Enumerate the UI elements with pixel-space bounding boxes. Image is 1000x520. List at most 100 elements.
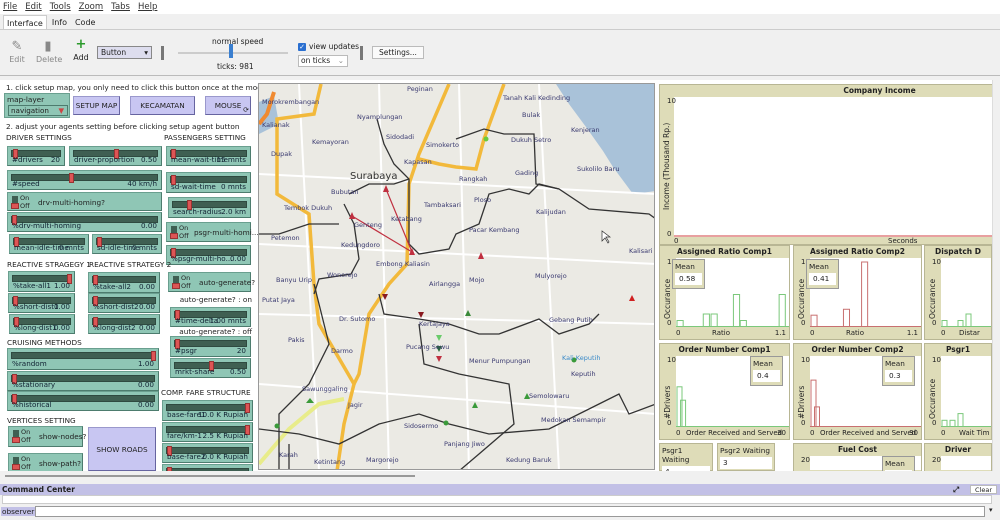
slider-take-all2[interactable]: %take-all2 0.00 bbox=[88, 272, 160, 293]
menu-tabs[interactable]: Tabs bbox=[111, 0, 130, 14]
scrollbar-thumb[interactable] bbox=[5, 475, 415, 477]
slider-value: 40 km/h bbox=[127, 179, 157, 188]
slider-time-delta[interactable]: #time-delta 1.00 mnts bbox=[170, 307, 251, 327]
map-place-label: Kedungdoro bbox=[341, 241, 380, 249]
monitor-label: Psgr1 Waiting bbox=[662, 446, 690, 464]
menu-tools[interactable]: Tools bbox=[50, 0, 71, 14]
slider-handle[interactable] bbox=[167, 467, 172, 471]
slider-fare-km1[interactable]: fare/km-1 2.5 K Rupiah bbox=[162, 422, 253, 442]
slider-short-dist2[interactable]: %short-dist2 0.00 bbox=[88, 293, 160, 313]
slider-base-fare1[interactable]: base-fare1 10.0 K Rupiah bbox=[162, 400, 253, 421]
mean-monitor: Mean bbox=[882, 456, 915, 471]
toggle-knob[interactable] bbox=[172, 283, 180, 289]
slider-long-dist2[interactable]: %long-dist2 0.00 bbox=[88, 314, 160, 334]
command-input[interactable] bbox=[35, 506, 985, 517]
setup-map-button[interactable]: SETUP MAP bbox=[73, 96, 120, 115]
update-mode-dropdown[interactable]: on ticks ⌄ bbox=[298, 55, 348, 67]
slider-search-radius[interactable]: search-radius 2.0 km bbox=[168, 197, 251, 218]
horizontal-scrollbar[interactable] bbox=[0, 472, 1000, 480]
add-button[interactable]: + Add bbox=[72, 37, 90, 62]
widget-type-dropdown[interactable]: Button ▾ bbox=[97, 46, 152, 59]
clear-button[interactable]: Clear bbox=[970, 485, 997, 494]
map-place-label: Embong Kaliasin bbox=[376, 260, 430, 268]
slider-fare-km2[interactable] bbox=[162, 464, 253, 471]
slider-psgr[interactable]: #psgr 20 bbox=[170, 336, 251, 357]
slider-sd-wait-time[interactable]: sd-wait-time 0 mnts bbox=[166, 172, 251, 193]
tab-interface[interactable]: Interface bbox=[3, 15, 47, 29]
edit-button[interactable]: ✎ Edit bbox=[8, 39, 26, 64]
trash-icon: ▮ bbox=[44, 39, 52, 54]
legend-label: Mean bbox=[675, 262, 695, 271]
slider-label: sd-wait-time bbox=[171, 182, 216, 191]
vertical-scrollbar[interactable] bbox=[992, 80, 1000, 471]
switch-drv-multi-homing[interactable]: On Off drv-multi-homing? bbox=[7, 192, 162, 211]
chevron-down-icon[interactable]: ▾ bbox=[989, 506, 993, 514]
map-place-label: Margorejo bbox=[366, 456, 399, 464]
slider-label: %drv-multi-homing bbox=[12, 221, 82, 230]
menu-help[interactable]: Help bbox=[138, 0, 157, 14]
show-roads-button[interactable]: SHOW ROADS bbox=[88, 427, 156, 471]
plot-dd: Dispatch D 10 0 0 Distar Occurance bbox=[924, 245, 992, 340]
tab-bar: Interface Info Code bbox=[0, 15, 1000, 30]
monitor-psgr2-waiting: Psgr2 Waiting 3 bbox=[717, 443, 775, 471]
delete-button[interactable]: ▮ Delete bbox=[36, 39, 62, 64]
slider-drivers[interactable]: #drivers 20 bbox=[7, 146, 65, 166]
menu-file[interactable]: File bbox=[3, 0, 17, 14]
world-view-map[interactable]: Peginan Morokrembangan Kalianak Dupak Kemayo… bbox=[258, 83, 655, 470]
slider-long-dist1[interactable]: %long-dist1 0.00 bbox=[9, 314, 75, 334]
toggle-knob[interactable] bbox=[170, 233, 178, 239]
forever-icon: ⟳ bbox=[243, 106, 249, 114]
switch-psgr-multi-homing[interactable]: On Off psgr-multi-homi... bbox=[166, 222, 259, 242]
fare-structure-heading: COMP. FARE STRUCTURE bbox=[161, 388, 251, 397]
switch-show-nodes[interactable]: On Off show-nodes? bbox=[8, 426, 86, 447]
histogram-bar bbox=[949, 419, 956, 428]
mouse-button[interactable]: MOUSE ⟳ bbox=[205, 96, 251, 115]
slider-random[interactable]: %random 1.00 bbox=[7, 348, 159, 370]
speed-slider-handle[interactable] bbox=[229, 44, 233, 58]
speed-slider[interactable] bbox=[178, 52, 288, 54]
menu-zoom[interactable]: Zoom bbox=[79, 0, 104, 14]
vertices-setting-heading: VERTICES SETTING bbox=[7, 416, 76, 425]
driver-settings-heading: DRIVER SETTINGS bbox=[6, 133, 72, 142]
slider-stationary[interactable]: %stationary 0.00 bbox=[7, 371, 159, 391]
chooser-value-box[interactable]: navigation ▼ bbox=[8, 105, 68, 116]
slider-drv-multi-homing-pct[interactable]: %drv-multi-homing 0.00 bbox=[7, 212, 162, 232]
expand-icon[interactable]: ⤢ bbox=[953, 484, 959, 495]
histogram-bar bbox=[680, 399, 687, 428]
map-place-label: Dukuh Setro bbox=[511, 136, 551, 144]
slider-value: 2.5 K Rupiah bbox=[202, 431, 248, 440]
slider-base-fare2[interactable]: base-fare2 0.0 K Rupiah bbox=[162, 443, 253, 463]
slider-handle[interactable] bbox=[68, 173, 74, 183]
slider-sd-idle-time[interactable]: sd-idle-time 0 mnts bbox=[92, 234, 162, 254]
slider-mean-idle-time[interactable]: mean-idle-time 0 mnts bbox=[9, 234, 89, 254]
settings-button[interactable]: Settings... bbox=[372, 46, 424, 59]
map-layer-chooser[interactable]: map-layer navigation ▼ bbox=[4, 93, 70, 118]
tab-info[interactable]: Info bbox=[49, 15, 70, 29]
slider-take-all1[interactable]: %take-all1 1.00 bbox=[8, 271, 75, 292]
toggle-knob[interactable] bbox=[12, 464, 20, 470]
map-place-label: Jagir bbox=[347, 401, 363, 409]
slider-value: 0 mnts bbox=[59, 243, 84, 252]
instruction-step2: 2. adjust your agents setting before cli… bbox=[6, 122, 240, 131]
menu-edit[interactable]: Edit bbox=[25, 0, 41, 14]
chevron-down-icon: ⌄ bbox=[337, 56, 344, 65]
slider-speed[interactable]: #speed 40 km/h bbox=[7, 170, 162, 190]
tab-code[interactable]: Code bbox=[72, 15, 98, 29]
slider-psgr-multi-homing-pct[interactable]: %psgr-multi-ho... 0.00 bbox=[166, 245, 251, 265]
toggle-knob[interactable] bbox=[11, 203, 19, 209]
plot-on1: Order Number Comp1 10 0 0 30 Order Received a… bbox=[659, 343, 790, 440]
view-updates-checkbox[interactable]: ✓ view updates bbox=[298, 42, 359, 51]
map-place-label: Surabaya bbox=[350, 171, 397, 182]
slider-short-dist1[interactable]: %short-dist1 0.00 bbox=[8, 293, 75, 313]
kecamatan-button[interactable]: KECAMATAN bbox=[130, 96, 195, 115]
slider-mrkt-share[interactable]: mrkt-share 0.50 bbox=[170, 358, 251, 378]
toggle-knob[interactable] bbox=[12, 437, 20, 443]
switch-show-path[interactable]: On Off show-path? bbox=[8, 453, 83, 471]
switch-auto-generate[interactable]: On Off auto-generate? bbox=[168, 272, 255, 292]
slider-mean-wait-time[interactable]: mean-wait-time 15 mnts bbox=[166, 146, 251, 166]
slider-historical[interactable]: %historical 0.00 bbox=[7, 391, 159, 411]
plot-title: Assigned Ratio Comp2 bbox=[810, 247, 905, 256]
slider-value: 10.0 K Rupiah bbox=[197, 410, 248, 419]
slider-driver-proportion[interactable]: driver-proportion 0.50 bbox=[69, 146, 162, 166]
histogram-svg bbox=[941, 413, 991, 428]
